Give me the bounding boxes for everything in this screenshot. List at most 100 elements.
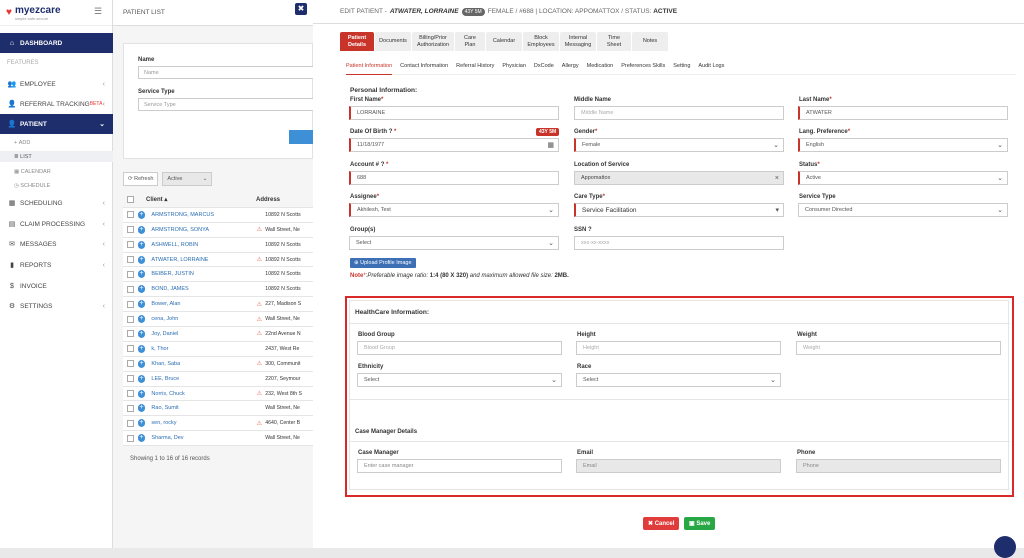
table-row[interactable]: + k, Thor 2437, West Re [123,341,313,357]
sub-add[interactable]: + ADD [14,137,30,148]
expand-plus-icon[interactable]: + [137,255,146,264]
row-checkbox[interactable] [127,419,134,427]
chat-bubble-icon[interactable] [994,536,1016,558]
tab-time-sheet[interactable]: Time Sheet [597,32,631,51]
nav-referral[interactable]: 👤 REFERRAL TRACKING beta ‹ [0,94,113,114]
subtab-physician[interactable]: Physician [502,63,526,75]
client-name-link[interactable]: BOND, JAMES [151,286,256,292]
expand-plus-icon[interactable]: + [137,434,146,443]
subtab-patient-information[interactable]: Patient Information [346,63,393,75]
table-row[interactable]: + ARMSTRONG, MARCUS 10892 N Scotts [123,207,313,223]
table-row[interactable]: + sen, rocky ⚠ 4640, Center B [123,416,313,432]
tab-patient-details[interactable]: Patient Details [340,32,374,51]
subtab-medication[interactable]: Medication [587,63,614,75]
table-row[interactable]: + BEIBER, JUSTIN 10892 N Scotts [123,267,313,283]
table-row[interactable]: + LEE, Bruce 2207, Seymour [123,371,313,387]
status-select[interactable]: Active ⌄ [162,172,213,186]
expand-plus-icon[interactable]: + [137,344,146,353]
nav-employee[interactable]: 👥 EMPLOYEE ‹ [0,74,113,94]
lang-select[interactable]: English ⌄ [798,138,1008,152]
row-checkbox[interactable] [127,226,134,234]
row-checkbox[interactable] [127,330,134,338]
client-name-link[interactable]: Joy, Daniel [151,331,256,337]
table-row[interactable]: + Joy, Daniel ⚠ 22nd Avenue N [123,327,313,342]
table-row[interactable]: + Khan, Saba ⚠ 300, Communit [123,356,313,372]
calendar-icon[interactable]: ▦ [547,141,554,149]
row-checkbox[interactable] [127,270,134,278]
tab-internal-messaging[interactable]: Internal Messaging [560,32,596,51]
gender-select[interactable]: Female ⌄ [574,138,784,152]
table-row[interactable]: + ARMSTRONG, SONYA ⚠ Wall Street, Ne [123,222,313,238]
row-checkbox[interactable] [127,241,134,249]
select-all-checkbox[interactable] [127,196,134,204]
subtab-preferences-skills[interactable]: Preferences Skills [621,63,665,75]
row-checkbox[interactable] [127,390,134,398]
tab-calendar[interactable]: Calendar [486,32,522,51]
cancel-button[interactable]: ✖ Cancel [643,517,680,530]
account-input[interactable]: 688 [349,171,559,185]
subtab-dxcode[interactable]: DxCode [534,63,554,75]
client-name-link[interactable]: BEIBER, JUSTIN [151,271,256,277]
client-name-link[interactable]: sen, rocky [151,420,256,426]
save-button[interactable]: ▣ Save [684,517,716,530]
row-checkbox[interactable] [127,404,134,412]
row-checkbox[interactable] [127,434,134,442]
close-icon[interactable]: ✖ [295,3,307,15]
expand-plus-icon[interactable]: + [137,225,146,234]
dob-input[interactable]: 11/18/1977 ▦ [349,138,559,152]
client-name-link[interactable]: k, Thor [151,346,256,352]
name-filter-input[interactable]: Name [138,66,318,79]
height-input[interactable]: Height [576,341,781,355]
table-row[interactable]: + Sharma, Dev Wall Street, Ne [123,431,313,447]
expand-plus-icon[interactable]: + [137,210,146,219]
client-name-link[interactable]: Sharma, Dev [151,435,256,441]
refresh-button[interactable]: ⟳ Refresh [123,172,159,186]
ssn-input[interactable]: xxx-xx-xxxx [574,236,784,250]
sub-calendar[interactable]: ▦ CALENDAR [14,166,51,177]
row-checkbox[interactable] [127,300,134,308]
status-select[interactable]: Active ⌄ [798,171,1008,185]
sub-list[interactable]: ≣ LIST [0,151,113,162]
client-name-link[interactable]: Rao, Sumit [151,405,256,411]
los-select[interactable]: Appomattox × [574,171,784,185]
nav-invoice[interactable]: $ INVOICE [0,276,113,296]
weight-input[interactable]: Weight [796,341,1001,355]
hamburger-menu-icon[interactable]: ☰ [94,6,102,17]
help-icon[interactable]: ? [381,162,385,168]
row-checkbox[interactable] [127,345,134,353]
client-name-link[interactable]: ARMSTRONG, MARCUS [151,212,256,218]
phone-input[interactable]: Phone [796,459,1001,473]
table-row[interactable]: + BOND, JAMES 10892 N Scotts [123,282,313,298]
subtab-allergy[interactable]: Allergy [562,63,579,75]
row-checkbox[interactable] [127,256,134,263]
ethnicity-select[interactable]: Select ⌄ [357,373,562,387]
table-row[interactable]: + ASHWELL, ROBIN 10892 N Scotts [123,237,313,253]
table-row[interactable]: + cena, John ⚠ Wall Street, Ne [123,312,313,328]
client-name-link[interactable]: Khan, Saba [151,361,256,367]
table-row[interactable]: + ATWATER, LORRAINE ⚠ 10892 N Scotts [123,252,313,268]
row-checkbox[interactable] [127,285,134,293]
tab-care-plan[interactable]: Care Plan [455,32,485,51]
expand-plus-icon[interactable]: + [137,374,146,383]
service-type-select[interactable]: Consumer Directed ⌄ [798,203,1008,217]
case-manager-input[interactable]: Enter case manager [357,459,562,473]
assignee-select[interactable]: Akhilesh, Test ⌄ [349,203,559,217]
nav-claim[interactable]: ▤ CLAIM PROCESSING ‹ [0,214,113,234]
tab-documents[interactable]: Documents [375,32,411,51]
client-name-link[interactable]: Bower, Alan [151,301,256,307]
client-name-link[interactable]: ARMSTRONG, SONYA [151,227,256,233]
row-checkbox[interactable] [127,211,134,219]
nav-messages[interactable]: ✉ MESSAGES ‹ [0,234,113,254]
blood-group-input[interactable]: Blood Group [357,341,562,355]
client-column-header[interactable]: Client ▴ [138,196,256,203]
subtab-setting[interactable]: Setting [673,63,690,75]
clear-icon[interactable]: × [775,175,779,182]
middle-name-input[interactable]: Middle Name [574,106,784,120]
expand-plus-icon[interactable]: + [137,285,146,294]
client-name-link[interactable]: Norris, Chuck [151,391,256,397]
nav-scheduling[interactable]: ▦ SCHEDULING ‹ [0,193,113,213]
table-row[interactable]: + Rao, Sumit Wall Street, Ne [123,401,313,417]
tab-notes[interactable]: Notes [632,32,668,51]
subtab-audit-logs[interactable]: Audit Logs [698,63,724,75]
client-name-link[interactable]: ATWATER, LORRAINE [151,257,256,263]
